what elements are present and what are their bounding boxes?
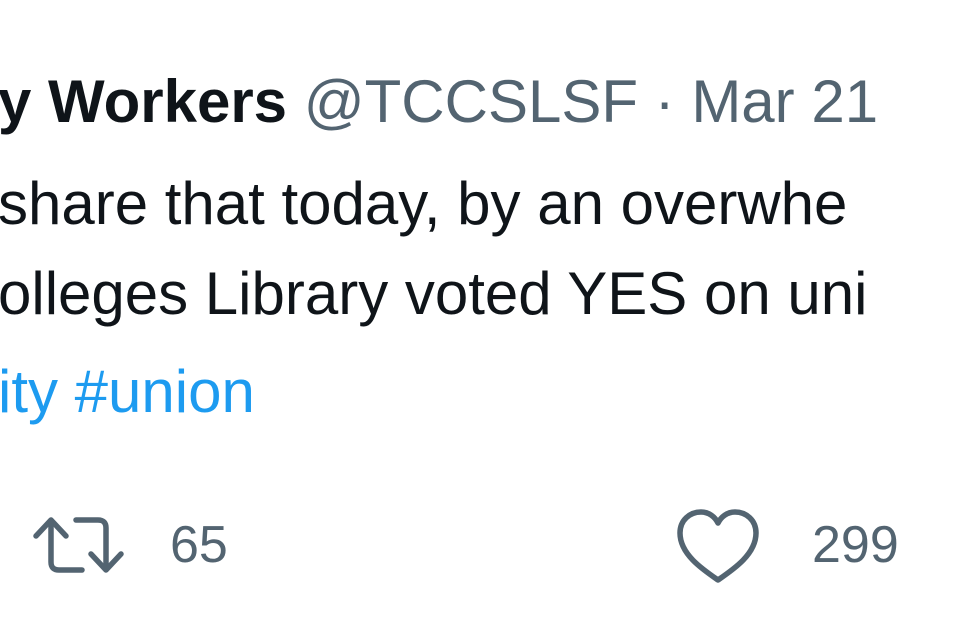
header-separator: ·	[654, 68, 675, 135]
tweet-text-line-1: share that today, by an overwhe	[0, 170, 848, 237]
tweet-text-line-2: olleges Library voted YES on uni	[0, 260, 868, 327]
tweet-header: y Workers @TCCSLSF · Mar 21	[0, 62, 878, 142]
like-count: 299	[812, 516, 899, 574]
like-button[interactable]: 299	[672, 500, 899, 590]
retweet-count: 65	[170, 516, 228, 574]
tweet-actions: 65 299	[0, 500, 960, 590]
heart-icon	[677, 509, 759, 583]
author-name[interactable]: y Workers	[0, 68, 287, 135]
hashtag-union-link[interactable]: #union	[75, 358, 255, 425]
hashtag-link[interactable]: ity	[0, 358, 58, 425]
author-handle[interactable]: @TCCSLSF	[304, 68, 638, 135]
tweet-text-line-3: ity #union	[0, 356, 255, 428]
retweet-icon	[33, 517, 124, 573]
tweet-date[interactable]: Mar 21	[691, 68, 878, 135]
retweet-button[interactable]: 65	[32, 500, 228, 590]
